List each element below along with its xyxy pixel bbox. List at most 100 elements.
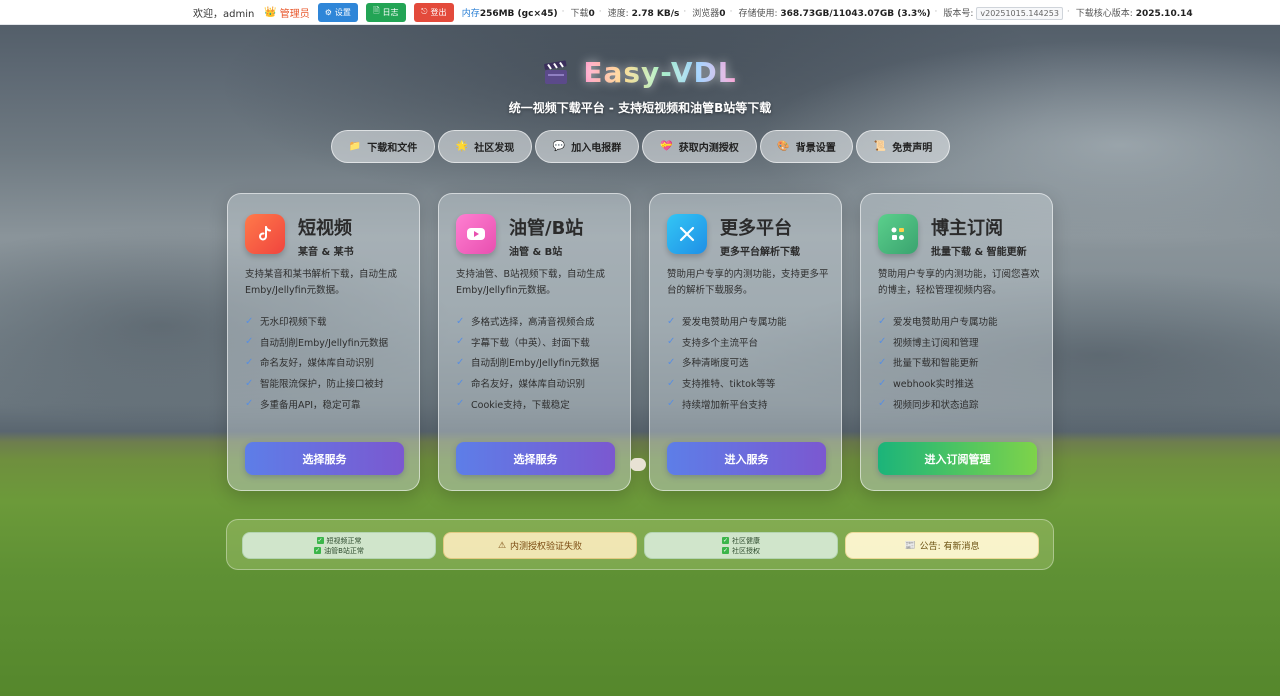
card-youtube-bilibili: 油管/B站 油管 & B站 支持油管、B站视频下载，自动生成Emby/Jelly…: [438, 193, 631, 491]
palette-icon: 🎨: [777, 141, 790, 152]
status-announcement[interactable]: 📰 公告: 有新消息: [845, 532, 1039, 559]
feature-item: ✓ 视频同步和状态追踪: [878, 398, 979, 411]
check-icon: ✓: [456, 336, 465, 348]
feature-item: ✓ 自动刮削Emby/Jellyfin元数据: [245, 336, 389, 349]
check-icon: ✓: [667, 315, 676, 327]
card-title: 油管/B站: [509, 218, 584, 239]
nav-label: 下载和文件: [367, 143, 418, 154]
feature-item: ✓ 支持多个主流平台: [667, 336, 759, 349]
check-icon: ✓: [667, 336, 676, 348]
announcement-text: 公告: 有新消息: [919, 542, 980, 552]
card-title: 博主订阅: [931, 218, 1003, 239]
checkbox-icon: ✓: [722, 546, 729, 554]
feature-item: ✓ 支持推特、tiktok等等: [667, 377, 776, 391]
feature-item: ✓ Cookie支持，下载稳定: [456, 398, 570, 411]
card-description: 支持油管、B站视频下载，自动生成Emby/Jellyfin元数据。: [456, 269, 606, 296]
check-icon: ✓: [456, 377, 465, 389]
nav-label: 背景设置: [795, 143, 836, 154]
feature-item: ✓ 智能限流保护，防止接口被封: [245, 377, 384, 391]
download-stat: 下载0: [570, 8, 595, 19]
status-bar: ✓ 短视频正常 ✓ 油管B站正常 ⚠ 内测授权验证失败 ✓ 社区健康 ✓ 社区授权 📰 …: [226, 519, 1054, 570]
status-beta-license[interactable]: ⚠ 内测授权验证失败: [443, 532, 637, 559]
nav-downloads-files[interactable]: 📁 下载和文件: [331, 130, 435, 163]
nav-label: 社区发现: [474, 143, 515, 154]
chat-icon: 💬: [552, 141, 566, 152]
select-service-button[interactable]: 选择服务: [456, 442, 615, 475]
check-icon: ✓: [456, 315, 465, 327]
check-icon: ✓: [245, 336, 254, 348]
top-bar: 欢迎，admin 👑 管理员 ⚙ 设置 🗎 日志 ⎋ 登出 内存256MB (g…: [0, 0, 1280, 25]
feature-item: ✓ 多重备用API，稳定可靠: [245, 398, 361, 411]
logout-button[interactable]: ⎋ 登出: [413, 2, 454, 22]
check-icon: ✓: [456, 398, 465, 410]
heart-icon: 💝: [660, 141, 673, 152]
select-service-button[interactable]: 选择服务: [245, 442, 404, 475]
card-description: 赞助用户专享的内测功能，支持更多平台的解析下载服务。: [667, 269, 829, 296]
check-icon: ✓: [245, 315, 254, 327]
feature-item: ✓ 命名友好，媒体库自动识别: [245, 356, 375, 370]
version-value: v20251015.144253: [976, 6, 1063, 20]
check-icon: ✓: [245, 356, 254, 368]
settings-label: 设置: [334, 7, 351, 17]
feature-list: ✓ 无水印视频下载 ✓ 自动刮削Emby/Jellyfin元数据 ✓ 命名友好，媒体库…: [245, 311, 388, 414]
memory-stat: 内存256MB (gc×45): [461, 8, 558, 19]
speed-stat: 速度: 2.78 KB/s: [607, 8, 680, 19]
check-icon: ✓: [667, 377, 676, 389]
clapperboard-icon: [544, 59, 568, 84]
nav-label: 获取内测授权: [678, 143, 739, 154]
nav-community[interactable]: 🌟 社区发现: [438, 130, 532, 163]
feature-item: ✓ 爱发电赞助用户专属功能: [667, 315, 787, 329]
brand: Easy-VDL: [0, 56, 1280, 89]
feature-item: ✓ 持续增加新平台支持: [667, 398, 768, 411]
log-button[interactable]: 🗎 日志: [365, 2, 406, 22]
gear-icon: ⚙: [324, 7, 332, 17]
check-icon: ✓: [667, 398, 676, 410]
newspaper-icon: 📰: [904, 540, 916, 551]
enter-service-button[interactable]: 进入服务: [667, 442, 826, 475]
check-icon: ✓: [456, 356, 465, 368]
subscription-icon: [878, 214, 918, 254]
nav-telegram[interactable]: 💬 加入电报群: [535, 130, 639, 163]
storage-stat: 存储使用: 368.73GB/11043.07GB (3.3%): [738, 8, 931, 19]
document-icon: 🗎: [373, 6, 380, 15]
check-icon: ✓: [878, 336, 887, 348]
background-sheep: [630, 458, 646, 471]
core-version-stat: 下载核心版本: 2025.10.14: [1075, 8, 1193, 19]
app-title: Easy-VDL: [583, 56, 737, 89]
enter-subscription-button[interactable]: 进入订阅管理: [878, 442, 1037, 475]
status-video-services[interactable]: ✓ 短视频正常 ✓ 油管B站正常: [242, 532, 436, 559]
folder-icon: 📁: [348, 141, 362, 152]
card-subtitle: 更多平台解析下载: [720, 247, 800, 258]
nav-beta-license[interactable]: 💝 获取内测授权: [642, 130, 757, 163]
check-icon: ✓: [878, 315, 887, 327]
feature-item: ✓ 字幕下载（中英）、封面下载: [456, 336, 590, 349]
card-description: 支持某音和某书解析下载，自动生成Emby/Jellyfin元数据。: [245, 269, 398, 296]
youtube-icon: [456, 214, 496, 254]
role-label: 管理员: [279, 8, 310, 20]
card-creator-subscription: 博主订阅 批量下载 & 智能更新 赞助用户专享的内测功能，订阅您喜欢的博主，轻松…: [860, 193, 1053, 491]
card-more-platforms: 更多平台 更多平台解析下载 赞助用户专享的内测功能，支持更多平台的解析下载服务。…: [649, 193, 842, 491]
logout-label: 登出: [430, 7, 447, 17]
feature-item: ✓ 视频博主订阅和管理: [878, 336, 979, 349]
app-subtitle: 统一视频下载平台 - 支持短视频和油管B站等下载: [508, 101, 772, 115]
check-icon: ✓: [245, 377, 254, 389]
settings-button[interactable]: ⚙ 设置: [317, 2, 358, 22]
nav-label: 免责声明: [892, 143, 933, 154]
role-badge: 👑 管理员: [264, 5, 309, 20]
check-icon: ✓: [878, 356, 887, 368]
feature-item: ✓ 自动刮削Emby/Jellyfin元数据: [456, 356, 600, 370]
feature-list: ✓ 多格式选择，高清音视频合成 ✓ 字幕下载（中英）、封面下载 ✓ 自动刮削Emby/…: [456, 311, 599, 414]
check-icon: ✓: [245, 398, 254, 410]
nav-disclaimer[interactable]: 📜 免责声明: [856, 130, 950, 163]
feature-item: ✓ 多种清晰度可选: [667, 356, 749, 370]
nav-background[interactable]: 🎨 背景设置: [760, 130, 853, 163]
card-subtitle: 油管 & B站: [509, 247, 563, 258]
log-label: 日志: [382, 7, 399, 17]
feature-item: ✓ webhook实时推送: [878, 377, 974, 391]
crown-icon: 👑: [264, 6, 277, 18]
status-community[interactable]: ✓ 社区健康 ✓ 社区授权: [644, 532, 838, 559]
feature-item: ✓ 多格式选择，高清音视频合成: [456, 315, 595, 329]
check-icon: ✓: [878, 398, 887, 410]
feature-list: ✓ 爱发电赞助用户专属功能 ✓ 视频博主订阅和管理 ✓ 批量下载和智能更新 ✓ webh…: [878, 311, 998, 414]
checkbox-icon: ✓: [316, 536, 324, 544]
